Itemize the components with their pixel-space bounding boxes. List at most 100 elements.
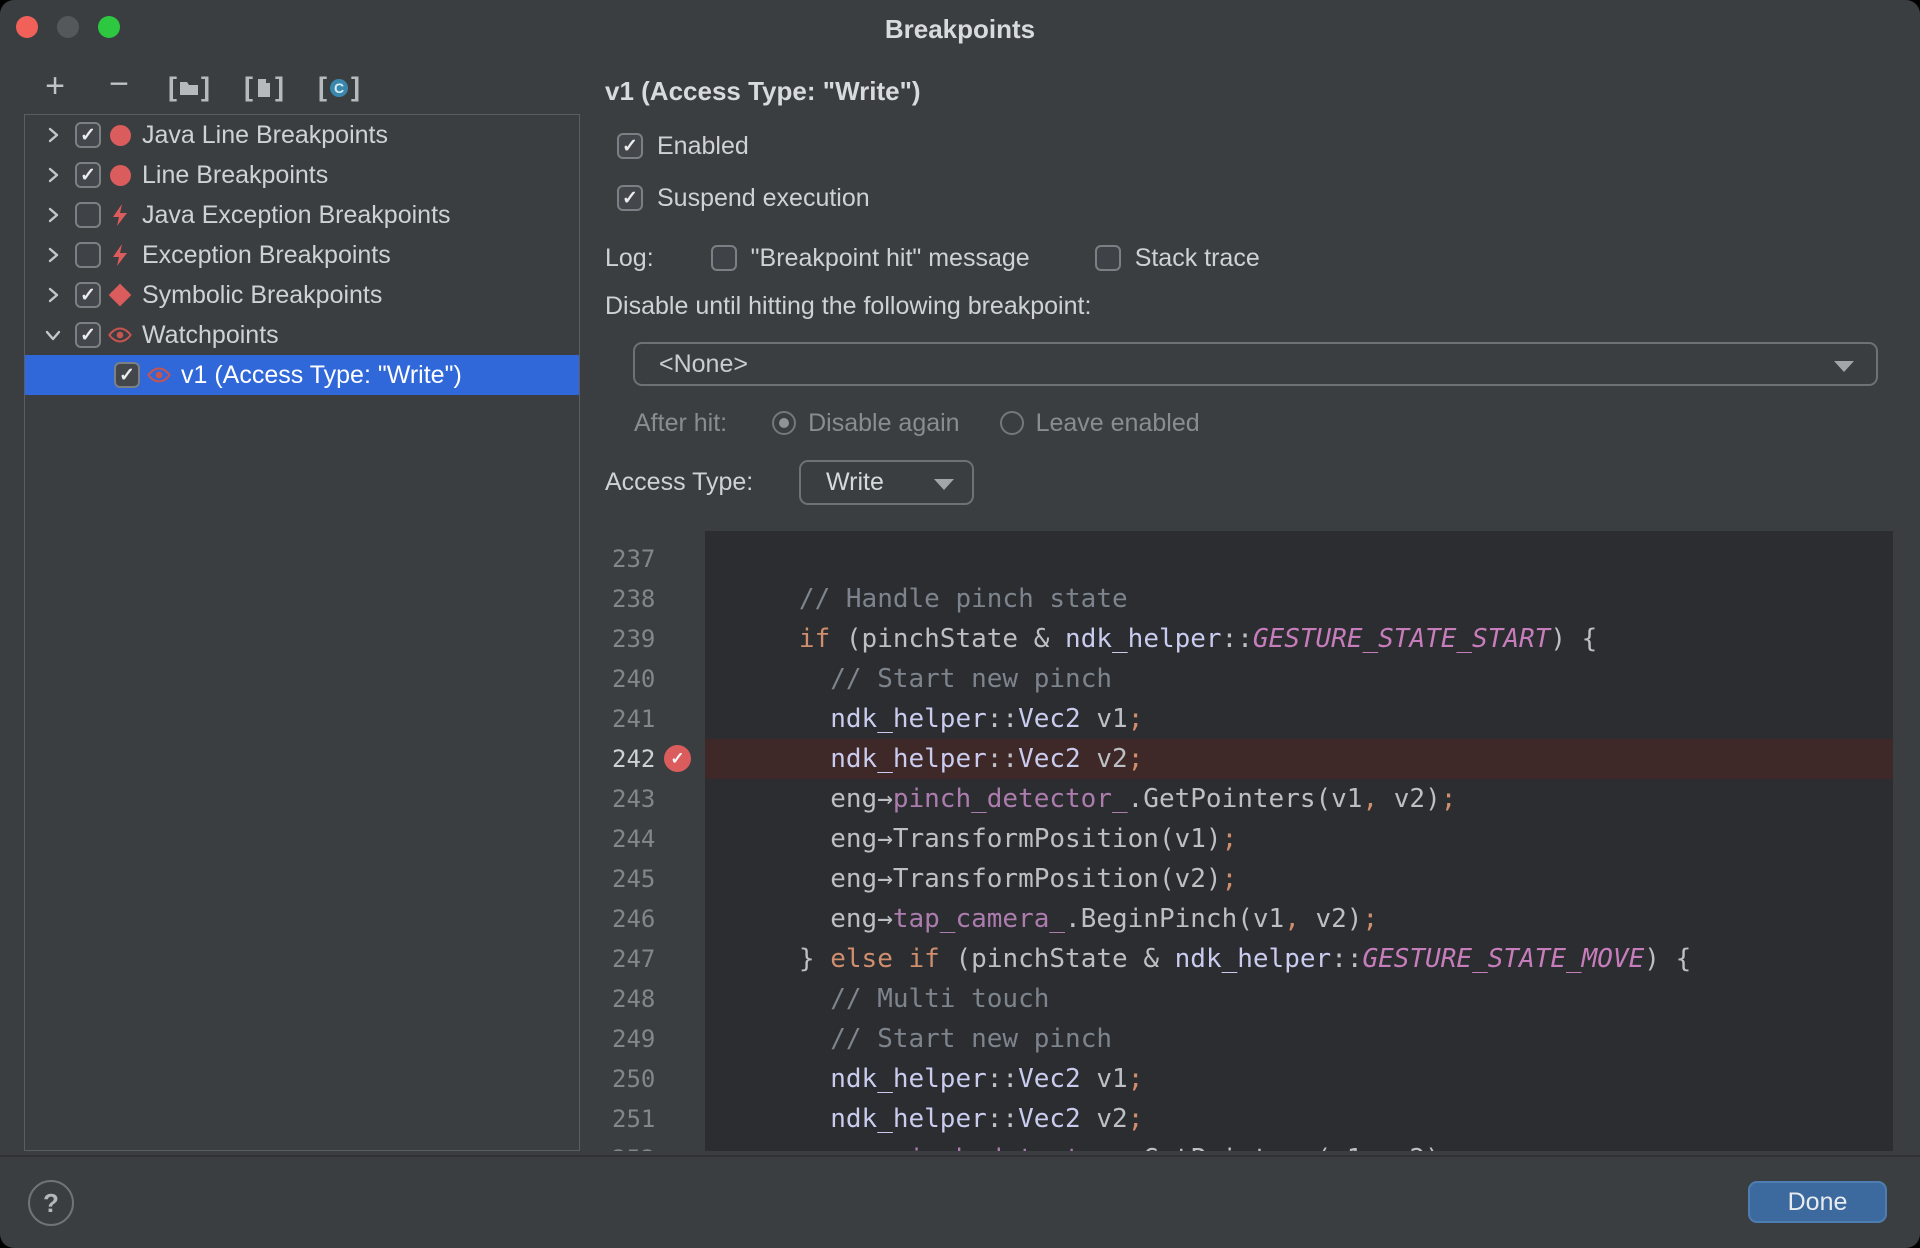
tree-item[interactable]: ✓ Java Line Breakpoints bbox=[25, 115, 579, 155]
chevron-right-icon[interactable] bbox=[40, 162, 66, 188]
chevron-right-icon[interactable] bbox=[40, 282, 66, 308]
chevron-right-icon[interactable] bbox=[40, 242, 66, 268]
line-number[interactable]: 247 bbox=[595, 939, 705, 979]
group-by-class-icon[interactable]: [C] bbox=[318, 72, 360, 104]
chevron-down-icon[interactable] bbox=[40, 322, 66, 348]
window-title: Breakpoints bbox=[884, 14, 1036, 44]
code-preview: 237 238 // Handle pinch state 239 if (pinc… bbox=[595, 531, 1893, 1151]
tree-item[interactable]: ✓ Symbolic Breakpoints bbox=[25, 275, 579, 315]
code-text: // Start new pinch bbox=[830, 664, 1112, 694]
tree-item[interactable]: ✓ Watchpoints bbox=[25, 315, 579, 355]
log-row: Log: "Breakpoint hit" message Stack trac… bbox=[605, 243, 1260, 272]
tree-item-checkbox[interactable]: ✓ bbox=[75, 162, 101, 188]
suspend-execution-label: Suspend execution bbox=[657, 183, 870, 212]
line-number[interactable]: 241 bbox=[595, 699, 705, 739]
tree-item-checkbox[interactable]: ✓ bbox=[75, 122, 101, 148]
after-hit-row: After hit: Disable again Leave enabled bbox=[634, 408, 1200, 437]
code-line: 238 // Handle pinch state bbox=[595, 579, 1893, 619]
tree-item-checkbox[interactable] bbox=[75, 202, 101, 228]
line-number[interactable]: 248 bbox=[595, 979, 705, 1019]
code-text: ndk_helper::Vec2 v2; bbox=[830, 744, 1144, 774]
line-number[interactable]: 243 bbox=[595, 779, 705, 819]
code-text: // Start new pinch bbox=[830, 1024, 1112, 1054]
disable-again-label: Disable again bbox=[808, 408, 960, 437]
chevron-right-icon[interactable] bbox=[40, 202, 66, 228]
help-button[interactable]: ? bbox=[28, 1180, 74, 1226]
tree-item-label: v1 (Access Type: "Write") bbox=[181, 360, 462, 389]
stack-trace-checkbox[interactable] bbox=[1094, 245, 1121, 271]
code-text: if (pinchState & ndk_helper::GESTURE_STA… bbox=[798, 624, 1598, 654]
code-line: 237 bbox=[595, 539, 1893, 579]
tree-item-label: Watchpoints bbox=[142, 320, 279, 349]
code-text: eng→tap_camera_.BeginPinch(v1, v2); bbox=[705, 904, 1379, 934]
code-line: 246 eng→tap_camera_.BeginPinch(v1, v2); bbox=[595, 899, 1893, 939]
line-number[interactable]: 250 bbox=[595, 1059, 705, 1099]
enabled-label: Enabled bbox=[657, 131, 749, 160]
line-number[interactable]: 239 bbox=[595, 619, 705, 659]
code-line: 239 if (pinchState & ndk_helper::GESTURE… bbox=[595, 619, 1893, 659]
code-text: eng→TransformPosition(v2); bbox=[705, 864, 1238, 894]
disable-until-label: Disable until hitting the following brea… bbox=[605, 291, 1092, 320]
breakpoint-hit-message-checkbox[interactable] bbox=[710, 245, 737, 271]
code-line: 251 ndk_helper::Vec2 v2; bbox=[595, 1099, 1893, 1139]
tree-item-checkbox[interactable]: ✓ bbox=[75, 322, 101, 348]
line-number[interactable]: 252 bbox=[595, 1139, 705, 1151]
leave-enabled-label: Leave enabled bbox=[1035, 408, 1200, 437]
tree-item[interactable]: ✓ v1 (Access Type: "Write") bbox=[25, 355, 579, 395]
tree-item[interactable]: Exception Breakpoints bbox=[25, 235, 579, 275]
code-text: ndk_helper::Vec2 v1; bbox=[830, 704, 1144, 734]
suspend-row: ✓ Suspend execution bbox=[617, 183, 870, 212]
tree-item-label: Exception Breakpoints bbox=[142, 240, 391, 269]
suspend-execution-checkbox[interactable]: ✓ bbox=[617, 185, 643, 211]
code-line: 252 eng→pinch_detector_.GetPointers(v1, … bbox=[595, 1139, 1893, 1151]
breakpoint-hit-message-label: "Breakpoint hit" message bbox=[750, 243, 1030, 272]
disable-until-value: <None> bbox=[659, 349, 748, 378]
code-text: ndk_helper::Vec2 v1; bbox=[830, 1064, 1144, 1094]
line-number[interactable]: 244 bbox=[595, 819, 705, 859]
group-by-file-icon[interactable]: [] bbox=[244, 72, 284, 104]
line-number[interactable]: 246 bbox=[595, 899, 705, 939]
access-type-row: Access Type: bbox=[605, 467, 754, 496]
group-by-folder-icon[interactable]: [] bbox=[168, 72, 210, 104]
code-text: eng→pinch_detector_.GetPointers(v1, v2); bbox=[705, 784, 1457, 814]
code-line: 249 // Start new pinch bbox=[595, 1019, 1893, 1059]
access-type-label: Access Type: bbox=[605, 467, 754, 496]
tree-item-checkbox[interactable] bbox=[75, 242, 101, 268]
line-number[interactable]: 249 bbox=[595, 1019, 705, 1059]
chevron-down-icon bbox=[934, 479, 954, 490]
leave-enabled-radio[interactable] bbox=[999, 411, 1024, 435]
tree-item-checkbox[interactable]: ✓ bbox=[114, 362, 140, 388]
breakpoints-toolbar: + − [] [] [C] bbox=[40, 67, 360, 106]
tree-item-label: Line Breakpoints bbox=[142, 160, 329, 189]
code-text: } else if (pinchState & ndk_helper::GEST… bbox=[705, 944, 1692, 974]
diamond-breakpoint-icon bbox=[108, 283, 132, 307]
done-button[interactable]: Done bbox=[1748, 1181, 1887, 1223]
tree-item-checkbox[interactable]: ✓ bbox=[75, 282, 101, 308]
bolt-breakpoint-icon bbox=[108, 203, 132, 227]
enabled-checkbox[interactable]: ✓ bbox=[617, 133, 643, 159]
line-number[interactable]: 238 bbox=[595, 579, 705, 619]
code-line: 247 } else if (pinchState & ndk_helper::… bbox=[595, 939, 1893, 979]
verified-breakpoint-icon[interactable]: ✓ bbox=[664, 745, 691, 772]
remove-icon[interactable]: − bbox=[104, 67, 134, 104]
after-hit-label: After hit: bbox=[634, 408, 728, 437]
code-text: eng→TransformPosition(v1); bbox=[705, 824, 1238, 854]
disable-until-row: Disable until hitting the following brea… bbox=[605, 291, 1092, 320]
line-number[interactable]: 245 bbox=[595, 859, 705, 899]
access-type-dropdown[interactable]: Write bbox=[799, 460, 974, 505]
tree-item[interactable]: ✓ Line Breakpoints bbox=[25, 155, 579, 195]
code-line: 250 ndk_helper::Vec2 v1; bbox=[595, 1059, 1893, 1099]
breakpoints-tree: ✓ Java Line Breakpoints ✓ Line Breakpoints J… bbox=[24, 114, 580, 1151]
tree-item[interactable]: Java Exception Breakpoints bbox=[25, 195, 579, 235]
line-number[interactable]: 240 bbox=[595, 659, 705, 699]
code-text: eng→pinch_detector_.GetPointers(v1, v2) bbox=[705, 1139, 1441, 1151]
disable-until-dropdown[interactable]: <None> bbox=[633, 342, 1878, 386]
chevron-right-icon[interactable] bbox=[40, 122, 66, 148]
log-label: Log: bbox=[605, 243, 654, 272]
line-number[interactable]: 237 bbox=[595, 539, 705, 579]
breakpoints-dialog: Breakpoints + − [] [] [C] ✓ Java Line Breakpo… bbox=[0, 0, 1920, 1248]
add-icon[interactable]: + bbox=[40, 69, 70, 104]
line-number[interactable]: 251 bbox=[595, 1099, 705, 1139]
enabled-row: ✓ Enabled bbox=[617, 131, 749, 160]
disable-again-radio[interactable] bbox=[772, 411, 797, 435]
